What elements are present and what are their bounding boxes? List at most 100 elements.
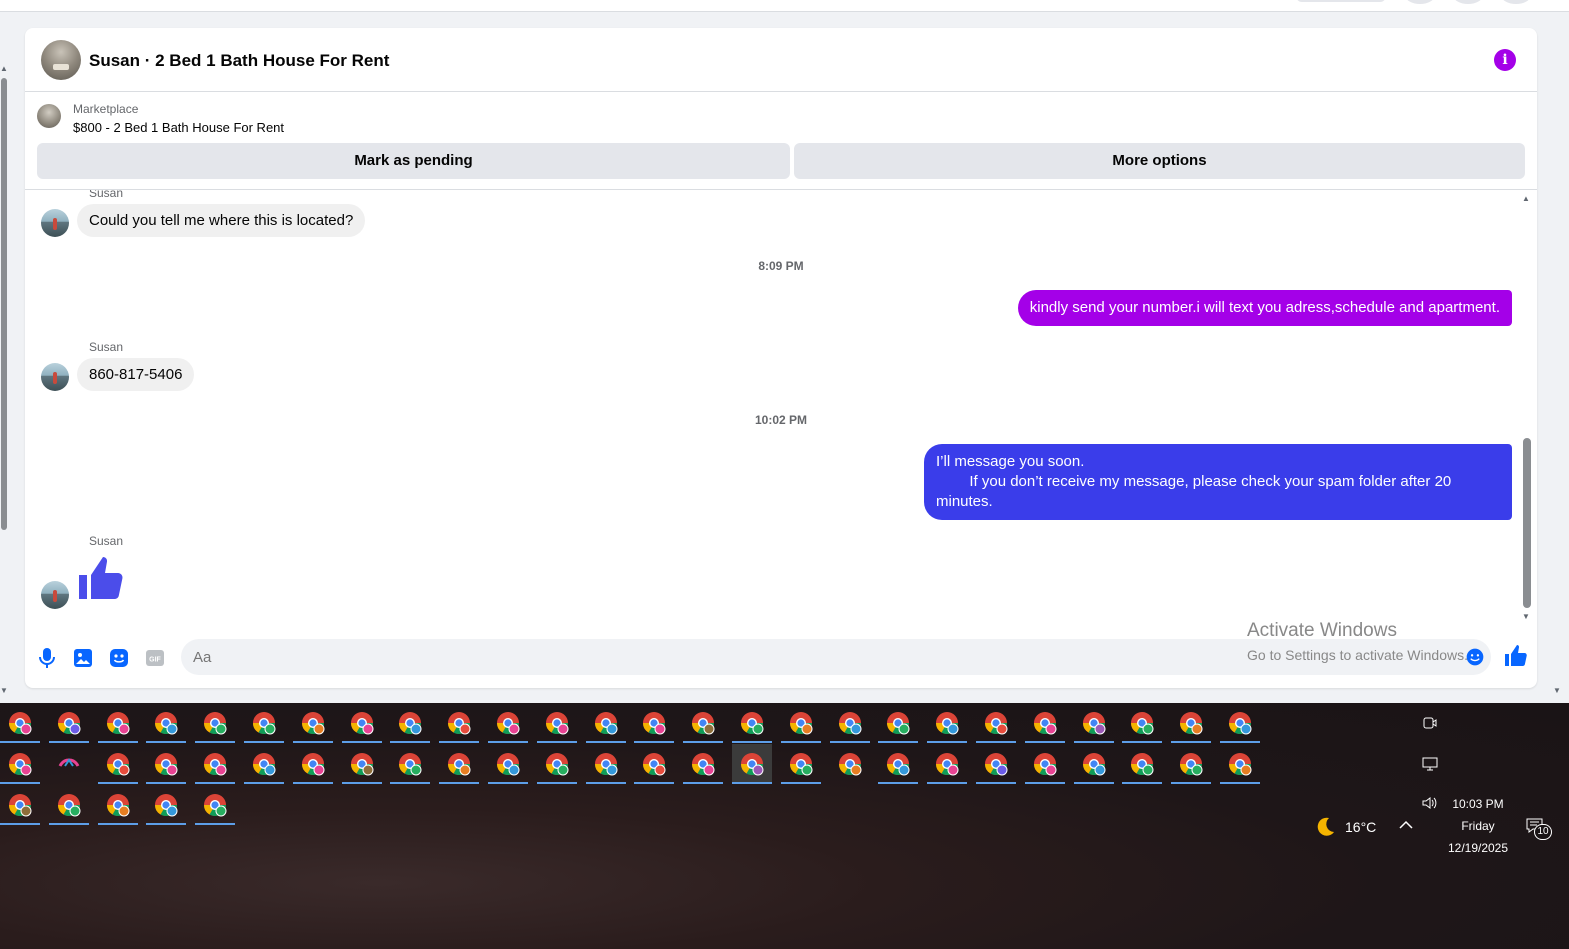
chrome-taskbar-icon[interactable] [780, 703, 821, 743]
emoji-icon[interactable] [1465, 647, 1485, 667]
chrome-taskbar-icon[interactable] [195, 703, 236, 743]
chrome-taskbar-icon[interactable] [244, 703, 284, 743]
chrome-taskbar-icon[interactable] [1122, 744, 1163, 784]
chrome-taskbar-icon[interactable] [878, 744, 919, 784]
moon-weather-icon[interactable] [1313, 815, 1337, 839]
chrome-taskbar-icon[interactable] [488, 744, 528, 784]
top-pill[interactable] [1296, 0, 1386, 2]
chrome-taskbar-icon[interactable] [732, 744, 772, 784]
outgoing-message[interactable]: kindly send your number.i will text you … [1017, 290, 1512, 326]
chrome-taskbar-icon[interactable] [976, 703, 1016, 743]
avatar[interactable] [41, 363, 69, 391]
chrome-taskbar-icon[interactable] [488, 703, 528, 743]
display-icon[interactable] [1422, 756, 1438, 772]
chrome-taskbar-icon[interactable] [439, 703, 480, 743]
chrome-taskbar-icon[interactable] [780, 744, 821, 784]
chrome-taskbar-icon[interactable] [1073, 703, 1114, 743]
chrome-taskbar-icon[interactable] [1171, 703, 1212, 743]
clock-time[interactable]: 10:03 PM [1440, 797, 1516, 811]
chrome-taskbar-icon[interactable] [48, 703, 89, 743]
chrome-taskbar-icon[interactable] [878, 703, 919, 743]
chrome-taskbar-icon[interactable] [683, 703, 724, 743]
chat-title[interactable]: Susan · 2 Bed 1 Bath House For Rent [89, 51, 389, 71]
chrome-taskbar-icon[interactable] [536, 703, 577, 743]
clock-day[interactable]: Friday [1440, 819, 1516, 833]
chrome-taskbar-icon[interactable] [830, 744, 870, 784]
avatar[interactable] [41, 581, 69, 609]
chrome-taskbar-icon[interactable] [0, 703, 40, 743]
chrome-taskbar-icon[interactable] [1073, 744, 1114, 784]
chrome-taskbar-icon[interactable] [585, 744, 626, 784]
listing-avatar[interactable] [41, 40, 81, 80]
listing-thumbnail[interactable] [37, 104, 61, 128]
top-circle-button[interactable] [1453, 0, 1483, 4]
chrome-taskbar-icon[interactable] [585, 703, 626, 743]
scroll-down-arrow-icon[interactable]: ▼ [1553, 686, 1561, 695]
chrome-taskbar-icon[interactable] [0, 785, 40, 825]
chrome-taskbar-icon[interactable] [927, 744, 968, 784]
outgoing-message[interactable]: I’ll message you soon. If you don’t rece… [924, 444, 1512, 520]
page-scrollbar[interactable]: ▲ ▼ [0, 60, 8, 700]
chrome-taskbar-icon[interactable] [146, 703, 187, 743]
avatar[interactable] [41, 209, 69, 237]
chrome-taskbar-icon[interactable] [146, 785, 187, 825]
chrome-taskbar-icon[interactable] [1220, 744, 1260, 784]
message-input-box[interactable] [181, 639, 1491, 675]
scroll-up-arrow-icon[interactable]: ▲ [0, 64, 8, 73]
chrome-taskbar-icon[interactable] [0, 744, 40, 784]
sticker-icon[interactable] [107, 646, 131, 670]
chrome-taskbar-icon[interactable] [292, 744, 333, 784]
chrome-taskbar-icon[interactable] [49, 744, 89, 784]
scroll-down-arrow-icon[interactable]: ▼ [0, 686, 8, 695]
scroll-down-arrow-icon[interactable]: ▼ [1522, 612, 1530, 621]
chrome-taskbar-icon[interactable] [1171, 744, 1212, 784]
incoming-message[interactable]: 860-817-5406 [77, 358, 195, 391]
clock-date[interactable]: 12/19/2025 [1440, 841, 1516, 855]
chrome-taskbar-icon[interactable] [439, 744, 480, 784]
temperature[interactable]: 16°C [1345, 819, 1376, 835]
chrome-taskbar-icon[interactable] [829, 703, 870, 743]
chrome-taskbar-icon[interactable] [1220, 703, 1260, 743]
chrome-taskbar-icon[interactable] [195, 785, 236, 825]
chrome-taskbar-icon[interactable] [732, 703, 772, 743]
chrome-taskbar-icon[interactable] [976, 744, 1016, 784]
scrollbar-thumb[interactable] [1523, 438, 1531, 608]
message-input[interactable] [193, 639, 1433, 675]
chrome-taskbar-icon[interactable] [341, 703, 382, 743]
chrome-taskbar-icon[interactable] [390, 744, 431, 784]
gif-icon[interactable]: GIF [143, 646, 167, 670]
messages-scrollbar[interactable]: ▲ ▼ [1522, 194, 1532, 624]
chrome-taskbar-icon[interactable] [146, 744, 187, 784]
thumbs-up-icon[interactable] [77, 555, 125, 603]
mark-as-pending-button[interactable]: Mark as pending [37, 143, 790, 179]
chrome-taskbar-icon[interactable] [244, 744, 284, 784]
chevron-up-icon[interactable] [1398, 819, 1414, 831]
chrome-taskbar-icon[interactable] [536, 744, 577, 784]
meet-now-icon[interactable] [1422, 715, 1438, 731]
chrome-taskbar-icon[interactable] [927, 703, 968, 743]
image-icon[interactable] [71, 646, 95, 670]
more-options-button[interactable]: More options [794, 143, 1525, 179]
top-circle-button[interactable] [1405, 0, 1435, 4]
chrome-taskbar-icon[interactable] [634, 744, 675, 784]
scroll-up-arrow-icon[interactable]: ▲ [1522, 194, 1530, 203]
thumbs-up-icon[interactable] [1504, 644, 1528, 668]
chrome-taskbar-icon[interactable] [1122, 703, 1163, 743]
chrome-taskbar-icon[interactable] [683, 744, 724, 784]
chrome-taskbar-icon[interactable] [97, 703, 138, 743]
info-icon[interactable]: i [1494, 49, 1516, 71]
chrome-taskbar-icon[interactable] [97, 785, 138, 825]
chrome-taskbar-icon[interactable] [292, 703, 333, 743]
profile-avatar[interactable] [1501, 0, 1531, 4]
chrome-taskbar-icon[interactable] [1024, 744, 1065, 784]
chrome-taskbar-icon[interactable] [341, 744, 382, 784]
chrome-taskbar-icon[interactable] [390, 703, 431, 743]
microphone-icon[interactable] [35, 646, 59, 670]
incoming-message[interactable]: Could you tell me where this is located? [77, 204, 366, 237]
chrome-taskbar-icon[interactable] [1024, 703, 1065, 743]
chrome-taskbar-icon[interactable] [97, 744, 138, 784]
scrollbar-thumb[interactable] [1, 78, 7, 530]
chrome-taskbar-icon[interactable] [634, 703, 675, 743]
chrome-taskbar-icon[interactable] [48, 785, 89, 825]
listing-price-title[interactable]: $800 - 2 Bed 1 Bath House For Rent [73, 120, 284, 135]
